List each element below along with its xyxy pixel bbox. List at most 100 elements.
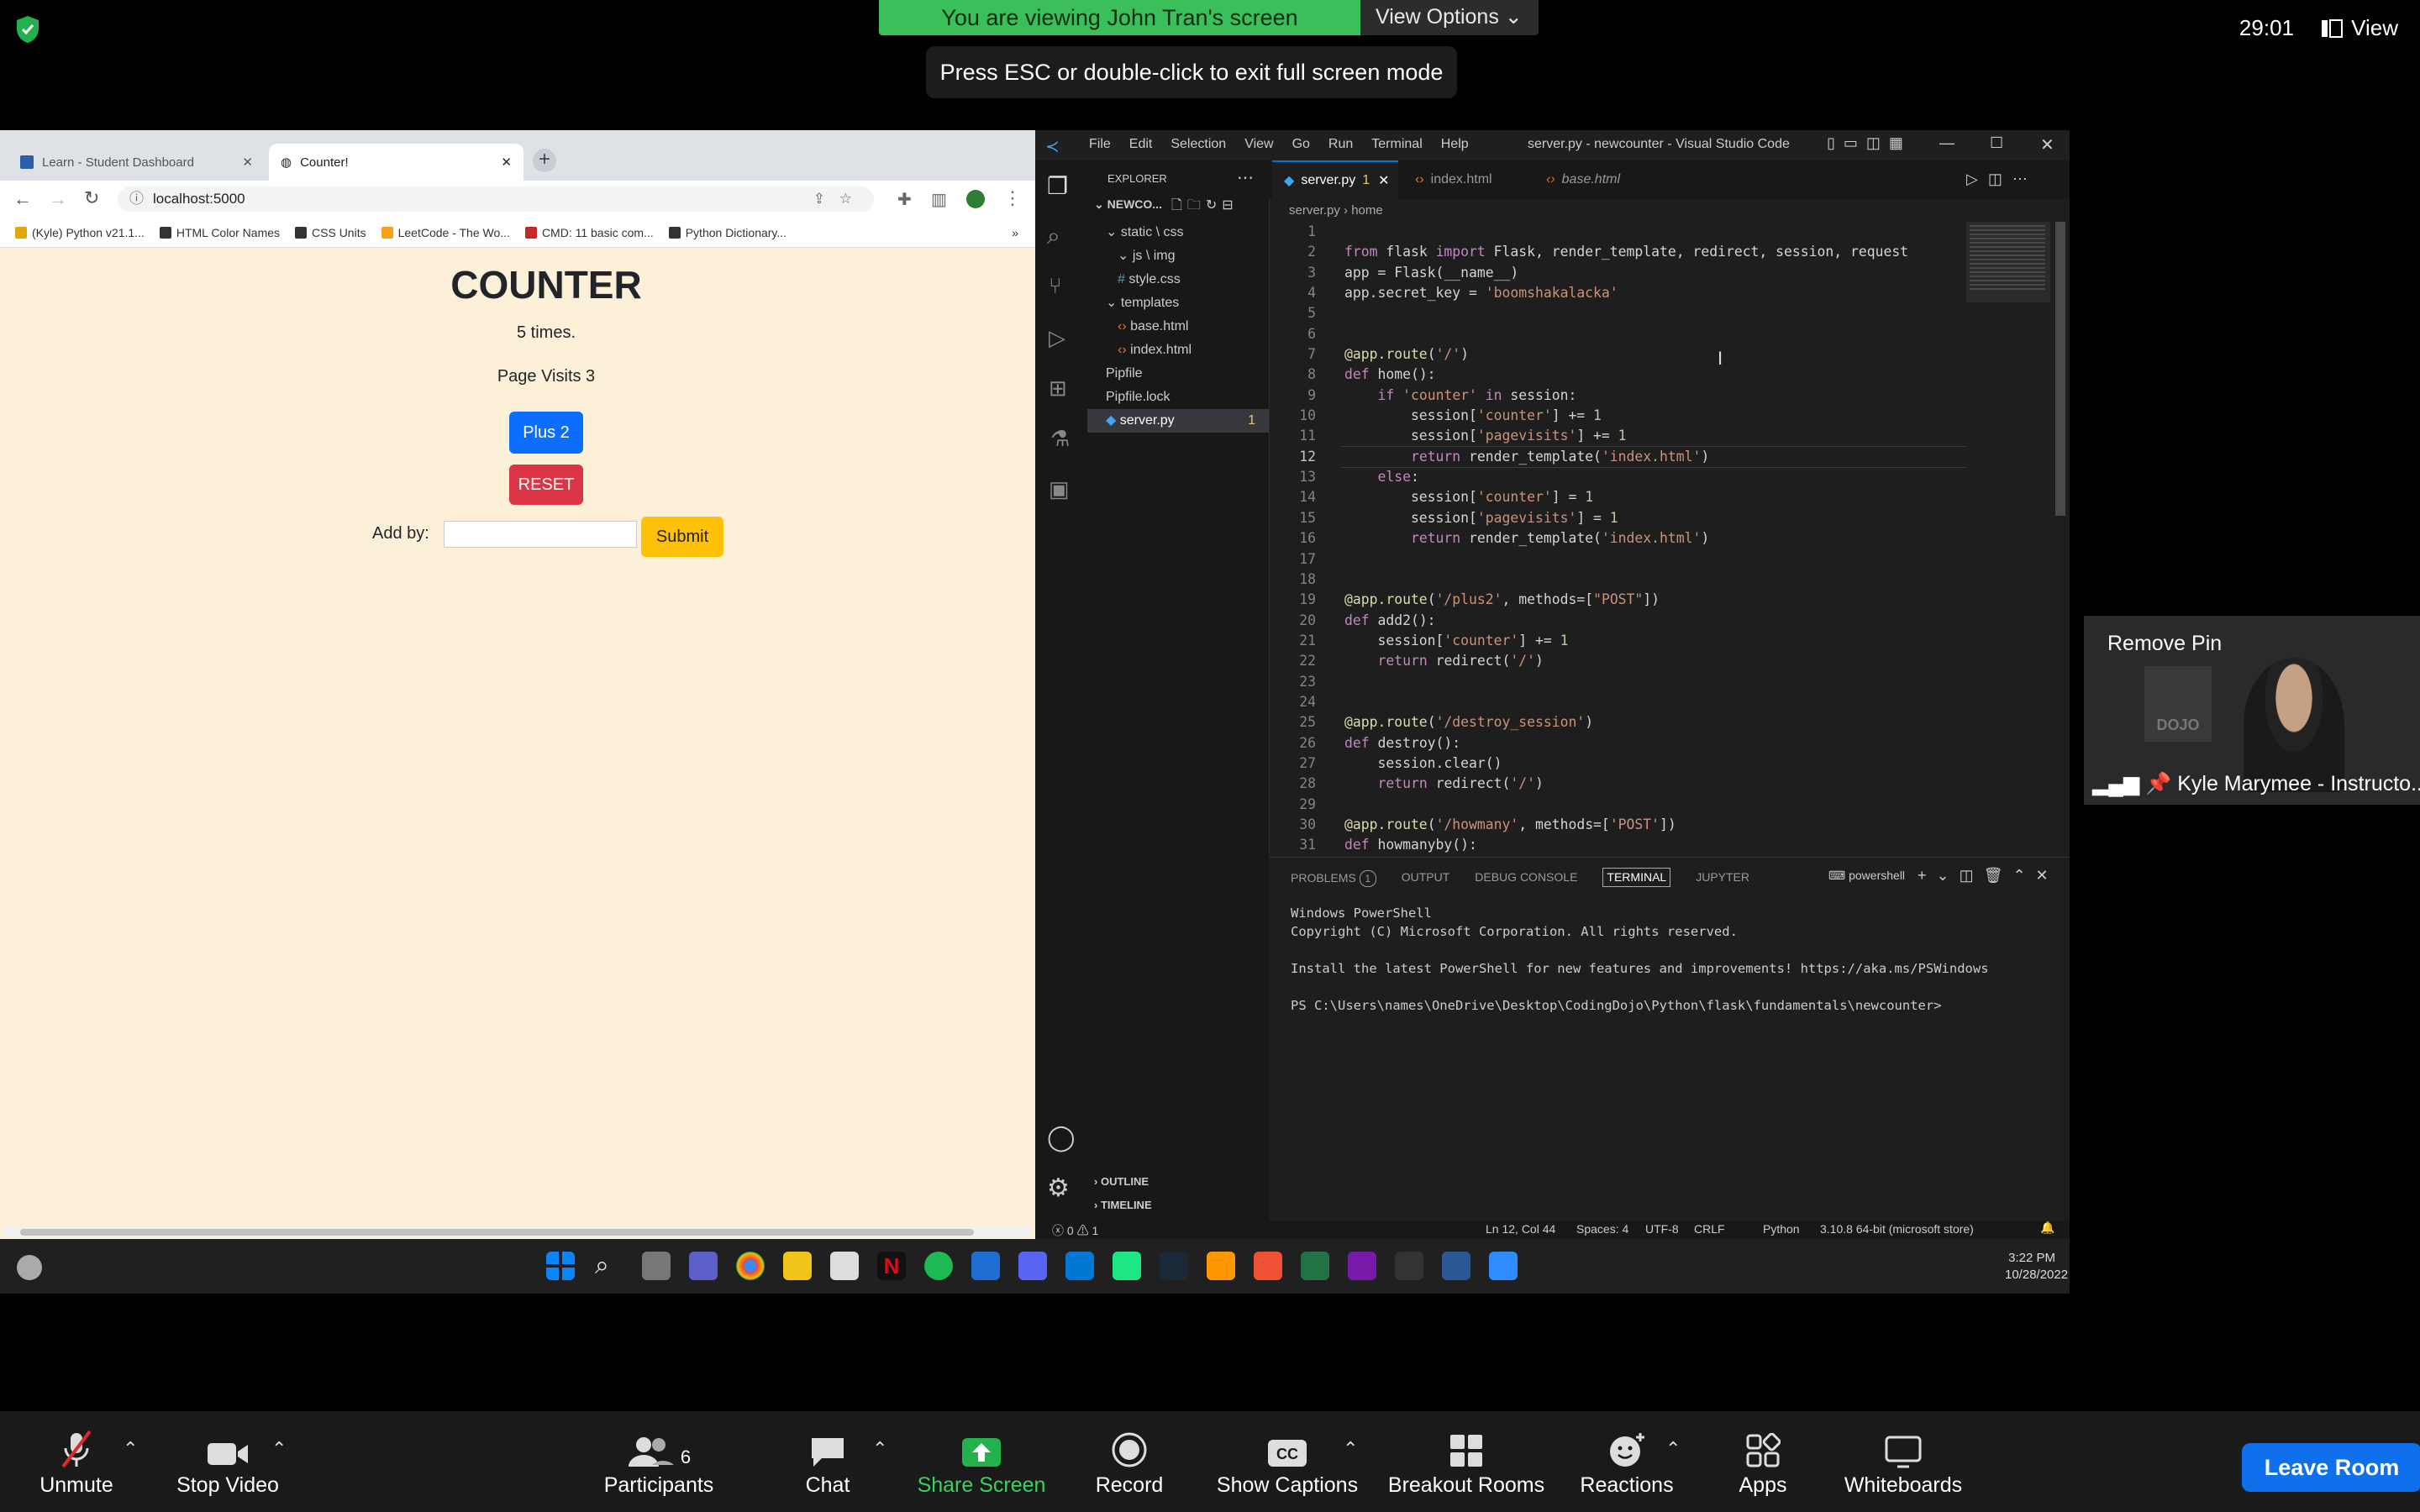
- search-icon[interactable]: ⌕: [1047, 223, 1060, 250]
- timeline-section[interactable]: › TIMELINE: [1094, 1199, 1152, 1211]
- settings-gear-icon[interactable]: ⚙: [1047, 1173, 1070, 1203]
- terminal-icon[interactable]: [1395, 1252, 1423, 1280]
- excel-icon[interactable]: [1301, 1252, 1329, 1280]
- unmute-button[interactable]: Unmute: [39, 1428, 114, 1498]
- browser-tab-counter[interactable]: ◍ Counter! ✕: [269, 144, 523, 181]
- weather-icon[interactable]: [17, 1255, 42, 1280]
- close-window-icon[interactable]: ✕: [2040, 134, 2054, 155]
- share-screen-button[interactable]: Share Screen: [914, 1428, 1049, 1498]
- security-shield-icon[interactable]: [15, 15, 40, 44]
- chat-button[interactable]: Chat: [798, 1428, 857, 1498]
- notifications-icon[interactable]: 🔔: [2040, 1221, 2054, 1235]
- file-explorer-icon[interactable]: [783, 1252, 812, 1280]
- reset-button[interactable]: RESET: [509, 465, 583, 505]
- extensions-icon[interactable]: ✚: [897, 189, 912, 210]
- bookmark-item[interactable]: (Kyle) Python v21.1...: [15, 226, 145, 239]
- status-eol[interactable]: CRLF: [1694, 1222, 1725, 1236]
- run-debug-icon[interactable]: ▷: [1049, 325, 1065, 351]
- source-control-icon[interactable]: ⑂: [1049, 273, 1062, 299]
- more-bookmarks-icon[interactable]: »: [1012, 226, 1018, 239]
- store-icon[interactable]: [830, 1252, 859, 1280]
- terminal-output[interactable]: Windows PowerShell Copyright (C) Microsof…: [1291, 904, 1989, 1015]
- app-icon[interactable]: [971, 1252, 1000, 1280]
- panel-tab-problems[interactable]: PROBLEMS 1: [1291, 870, 1376, 887]
- minimize-icon[interactable]: —: [1939, 134, 1954, 152]
- submit-button[interactable]: Submit: [641, 517, 723, 557]
- menu-help[interactable]: Help: [1441, 137, 1469, 152]
- view-button[interactable]: View: [2321, 15, 2398, 41]
- bookmark-item[interactable]: CSS Units: [295, 226, 366, 239]
- chat-options-chevron-icon[interactable]: ⌃: [872, 1438, 887, 1460]
- profile-avatar[interactable]: [966, 190, 985, 208]
- participants-button[interactable]: 6 Participants: [600, 1428, 718, 1498]
- remove-pin-button[interactable]: Remove Pin: [2107, 632, 2222, 656]
- terminal-actions-icon[interactable]: +⌄◫🗑⌃✕: [1918, 867, 2059, 885]
- panel-tab-jupyter[interactable]: JUPYTER: [1696, 870, 1749, 887]
- plus-2-button[interactable]: Plus 2: [509, 412, 583, 454]
- back-icon[interactable]: ←: [13, 188, 32, 210]
- bookmark-item[interactable]: LeetCode - The Wo...: [381, 226, 510, 239]
- explorer-actions-icon[interactable]: 🗋🗀↻⊟: [1171, 196, 1239, 218]
- bookmark-item[interactable]: HTML Color Names: [159, 226, 280, 239]
- file-tree-item[interactable]: Pipfile.lock: [1087, 386, 1269, 409]
- sidebar-icon[interactable]: ▥: [931, 189, 947, 210]
- sublime-icon[interactable]: [1207, 1252, 1235, 1280]
- share-icon[interactable]: ⇪: [813, 186, 825, 212]
- menu-go[interactable]: Go: [1292, 137, 1310, 152]
- new-tab-button[interactable]: +: [533, 149, 556, 172]
- editor-tab-index-html[interactable]: ‹› index.html: [1403, 160, 1529, 199]
- record-button[interactable]: Record: [1087, 1428, 1171, 1498]
- code-editor[interactable]: 1 2 from flask import Flask, render_templa…: [1269, 222, 1966, 857]
- audio-options-chevron-icon[interactable]: ⌃: [123, 1438, 138, 1460]
- file-tree-item[interactable]: ‹› base.html: [1087, 315, 1269, 339]
- panel-tab-terminal[interactable]: TERMINAL: [1602, 868, 1671, 887]
- add-by-input[interactable]: [444, 521, 637, 548]
- file-tree-item[interactable]: ⌄ templates: [1087, 291, 1269, 315]
- file-tree-item[interactable]: Pipfile: [1087, 362, 1269, 386]
- bookmark-star-icon[interactable]: ☆: [839, 186, 852, 212]
- menu-terminal[interactable]: Terminal: [1371, 137, 1422, 152]
- close-tab-icon[interactable]: ✕: [501, 155, 512, 170]
- menu-edit[interactable]: Edit: [1129, 137, 1153, 152]
- task-view-icon[interactable]: [642, 1252, 671, 1280]
- netflix-icon[interactable]: N: [877, 1252, 906, 1280]
- file-tree-item[interactable]: # style.css: [1087, 268, 1269, 291]
- file-tree-item[interactable]: ◆ server.py 1: [1087, 409, 1269, 433]
- menu-file[interactable]: File: [1089, 137, 1111, 152]
- discord-icon[interactable]: [1018, 1252, 1047, 1280]
- testing-icon[interactable]: ⚗: [1050, 426, 1070, 452]
- show-captions-button[interactable]: CC Show Captions: [1212, 1428, 1363, 1498]
- taskbar-search-icon[interactable]: ⌕: [595, 1252, 609, 1280]
- onenote-icon[interactable]: [1348, 1252, 1376, 1280]
- status-language[interactable]: Python: [1763, 1222, 1800, 1236]
- explorer-more-icon[interactable]: ⋯: [1237, 167, 1254, 188]
- account-icon[interactable]: ◯: [1047, 1123, 1076, 1152]
- editor-tab-base-html[interactable]: ‹› base.html: [1534, 160, 1660, 199]
- bookmark-item[interactable]: Python Dictionary...: [668, 226, 786, 239]
- file-tree-item[interactable]: ⌄ js \ img: [1087, 244, 1269, 268]
- chrome-icon[interactable]: [736, 1252, 765, 1280]
- forward-icon[interactable]: →: [49, 188, 67, 210]
- whiteboards-button[interactable]: Whiteboards: [1840, 1428, 1966, 1498]
- taskbar-clock[interactable]: 3:22 PM 10/28/2022: [2005, 1250, 2068, 1284]
- remote-explorer-icon[interactable]: ▣: [1049, 476, 1070, 502]
- minimap[interactable]: [1966, 222, 2050, 857]
- remote-desktop-icon[interactable]: [1442, 1252, 1470, 1280]
- breadcrumb-symbol[interactable]: home: [1351, 203, 1383, 218]
- horizontal-scrollbar[interactable]: [5, 1226, 1030, 1238]
- status-position[interactable]: Ln 12, Col 44: [1486, 1222, 1555, 1236]
- captions-options-chevron-icon[interactable]: ⌃: [1343, 1438, 1358, 1460]
- steam-icon[interactable]: [1160, 1252, 1188, 1280]
- view-options-button[interactable]: View Options ⌄: [1360, 0, 1539, 35]
- close-tab-icon[interactable]: ✕: [242, 155, 253, 170]
- extensions-icon[interactable]: ⊞: [1049, 375, 1067, 402]
- folder-header[interactable]: ⌄ NEWCO...: [1094, 197, 1162, 212]
- menu-run[interactable]: Run: [1328, 137, 1353, 152]
- browser-tab-learn[interactable]: Learn - Student Dashboard ✕: [8, 144, 265, 181]
- start-icon[interactable]: [546, 1252, 575, 1280]
- close-tab-icon[interactable]: ✕: [1378, 172, 1389, 189]
- teams-icon[interactable]: [689, 1252, 718, 1280]
- file-tree-item[interactable]: ‹› index.html: [1087, 339, 1269, 362]
- panel-tab-debug-console[interactable]: DEBUG CONSOLE: [1475, 870, 1577, 887]
- status-spaces[interactable]: Spaces: 4: [1576, 1222, 1628, 1236]
